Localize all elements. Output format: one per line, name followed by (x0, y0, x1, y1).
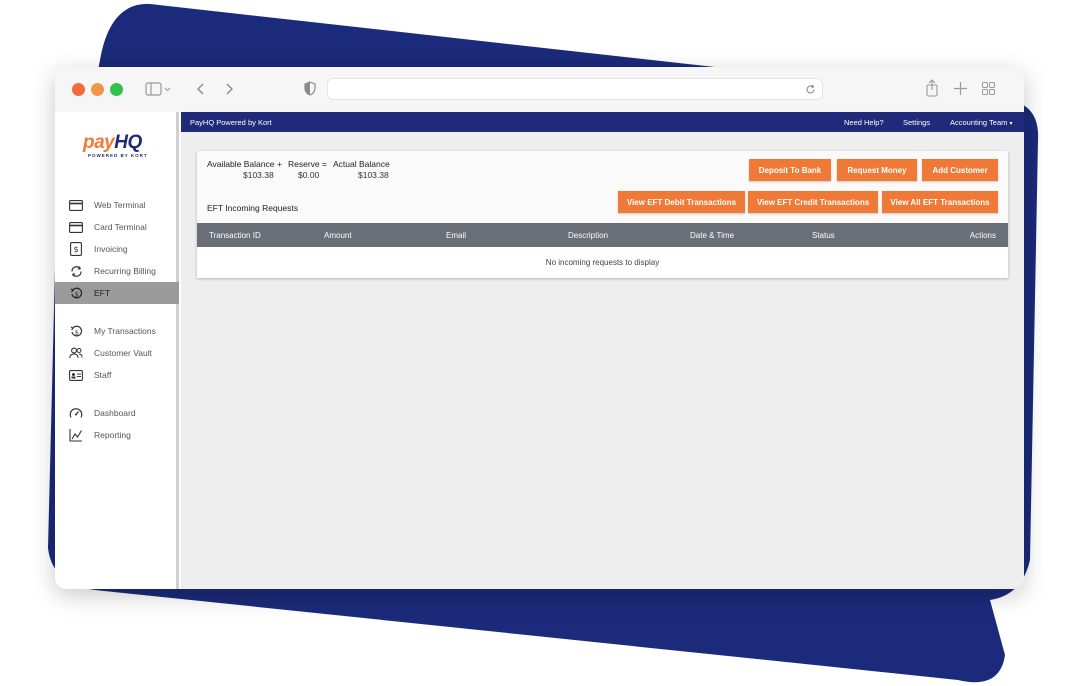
section-title: EFT Incoming Requests (207, 203, 299, 213)
brand-text: PayHQ Powered by Kort (190, 118, 272, 127)
chart-icon (69, 428, 83, 442)
id-card-icon (69, 368, 83, 382)
address-bar[interactable] (327, 78, 823, 100)
card-terminal-icon (69, 220, 83, 234)
eft-panel: Available Balance + Reserve = Actual Bal… (197, 151, 1008, 278)
view-eft-debit-button[interactable]: View EFT Debit Transactions (618, 191, 745, 213)
app-topbar: PayHQ Powered by Kort Need Help? Setting… (181, 112, 1024, 132)
request-money-button[interactable]: Request Money (837, 159, 917, 181)
sidebar-item-dashboard[interactable]: Dashboard (55, 402, 179, 424)
empty-table-message: No incoming requests to display (197, 247, 1008, 278)
close-window-button[interactable] (72, 83, 85, 96)
gauge-icon (69, 406, 83, 420)
view-all-eft-button[interactable]: View All EFT Transactions (882, 191, 998, 213)
sidebar-item-card-terminal[interactable]: Card Terminal (55, 216, 179, 238)
sidebar-toggle-icon[interactable] (145, 82, 171, 96)
history-icon: $ (69, 324, 83, 338)
need-help-link[interactable]: Need Help? (844, 118, 884, 127)
available-balance-value: $103.38 (243, 170, 274, 180)
svg-text:$: $ (74, 290, 78, 298)
actual-balance-label: Actual Balance (333, 159, 390, 169)
plus-sign: + (277, 159, 282, 169)
back-icon[interactable] (196, 82, 206, 96)
sidebar-item-eft[interactable]: $ EFT (55, 282, 179, 304)
sidebar-item-invoicing[interactable]: $ Invoicing (55, 238, 179, 260)
account-name: Accounting Team (950, 118, 1008, 127)
logo-tagline: POWERED BY KORT (88, 153, 148, 158)
sidebar-item-staff[interactable]: Staff (55, 364, 179, 386)
column-header[interactable]: Amount (324, 231, 352, 240)
deposit-to-bank-button[interactable]: Deposit To Bank (749, 159, 831, 181)
column-header: Actions (969, 231, 996, 240)
maximize-window-button[interactable] (110, 83, 123, 96)
table-header: Transaction ID Amount Email Description … (197, 223, 1008, 247)
sidebar-item-label: EFT (94, 288, 111, 298)
sidebar-item-customer-vault[interactable]: Customer Vault (55, 342, 179, 364)
sidebar-item-label: Staff (94, 370, 112, 380)
column-header[interactable]: Transaction ID (209, 231, 261, 240)
browser-titlebar (55, 67, 1024, 112)
new-tab-icon[interactable] (954, 82, 967, 95)
browser-window: payHQ POWERED BY KORT Web Terminal Card … (55, 67, 1024, 589)
sidebar-item-my-transactions[interactable]: $ My Transactions (55, 320, 179, 342)
users-icon (69, 346, 83, 360)
settings-link[interactable]: Settings (903, 118, 930, 127)
card-icon (69, 198, 83, 212)
column-header[interactable]: Email (446, 231, 466, 240)
account-menu[interactable]: Accounting Team ▾ (950, 118, 1013, 127)
shield-icon[interactable] (304, 81, 316, 96)
reload-icon[interactable] (805, 84, 816, 95)
main-content: Available Balance + Reserve = Actual Bal… (181, 132, 1024, 589)
svg-text:$: $ (73, 245, 78, 254)
reserve-value: $0.00 (298, 170, 320, 180)
sidebar: payHQ POWERED BY KORT Web Terminal Card … (55, 112, 179, 589)
sidebar-item-label: Web Terminal (94, 200, 146, 210)
svg-text:$: $ (74, 328, 78, 336)
payhq-logo[interactable]: payHQ POWERED BY KORT (83, 132, 153, 158)
sidebar-item-recurring-billing[interactable]: Recurring Billing (55, 260, 179, 282)
sidebar-item-label: Card Terminal (94, 222, 147, 232)
view-eft-credit-button[interactable]: View EFT Credit Transactions (748, 191, 878, 213)
share-icon[interactable] (925, 79, 939, 97)
stage: payHQ POWERED BY KORT Web Terminal Card … (0, 0, 1080, 686)
sidebar-item-label: My Transactions (94, 326, 156, 336)
column-header[interactable]: Date & Time (690, 231, 734, 240)
available-balance-label: Available Balance (207, 159, 275, 169)
invoice-icon: $ (69, 242, 83, 256)
logo-wordmark: payHQ (83, 132, 142, 153)
minimize-window-button[interactable] (91, 83, 104, 96)
equals-sign: = (322, 159, 327, 169)
caret-down-icon: ▾ (1009, 121, 1013, 127)
actual-balance-value: $103.38 (358, 170, 389, 180)
sidebar-item-label: Invoicing (94, 244, 128, 254)
sidebar-item-reporting[interactable]: Reporting (55, 424, 179, 446)
add-customer-button[interactable]: Add Customer (922, 159, 998, 181)
sidebar-item-label: Dashboard (94, 408, 136, 418)
reserve-label: Reserve (288, 159, 320, 169)
forward-icon[interactable] (224, 82, 234, 96)
sidebar-item-label: Customer Vault (94, 348, 152, 358)
column-header[interactable]: Description (568, 231, 608, 240)
refresh-icon (69, 264, 83, 278)
tab-overview-icon[interactable] (982, 82, 995, 95)
sidebar-item-label: Recurring Billing (94, 266, 156, 276)
sidebar-item-label: Reporting (94, 430, 131, 440)
sidebar-item-web-terminal[interactable]: Web Terminal (55, 194, 179, 216)
column-header[interactable]: Status (812, 231, 835, 240)
eft-icon: $ (69, 286, 83, 300)
